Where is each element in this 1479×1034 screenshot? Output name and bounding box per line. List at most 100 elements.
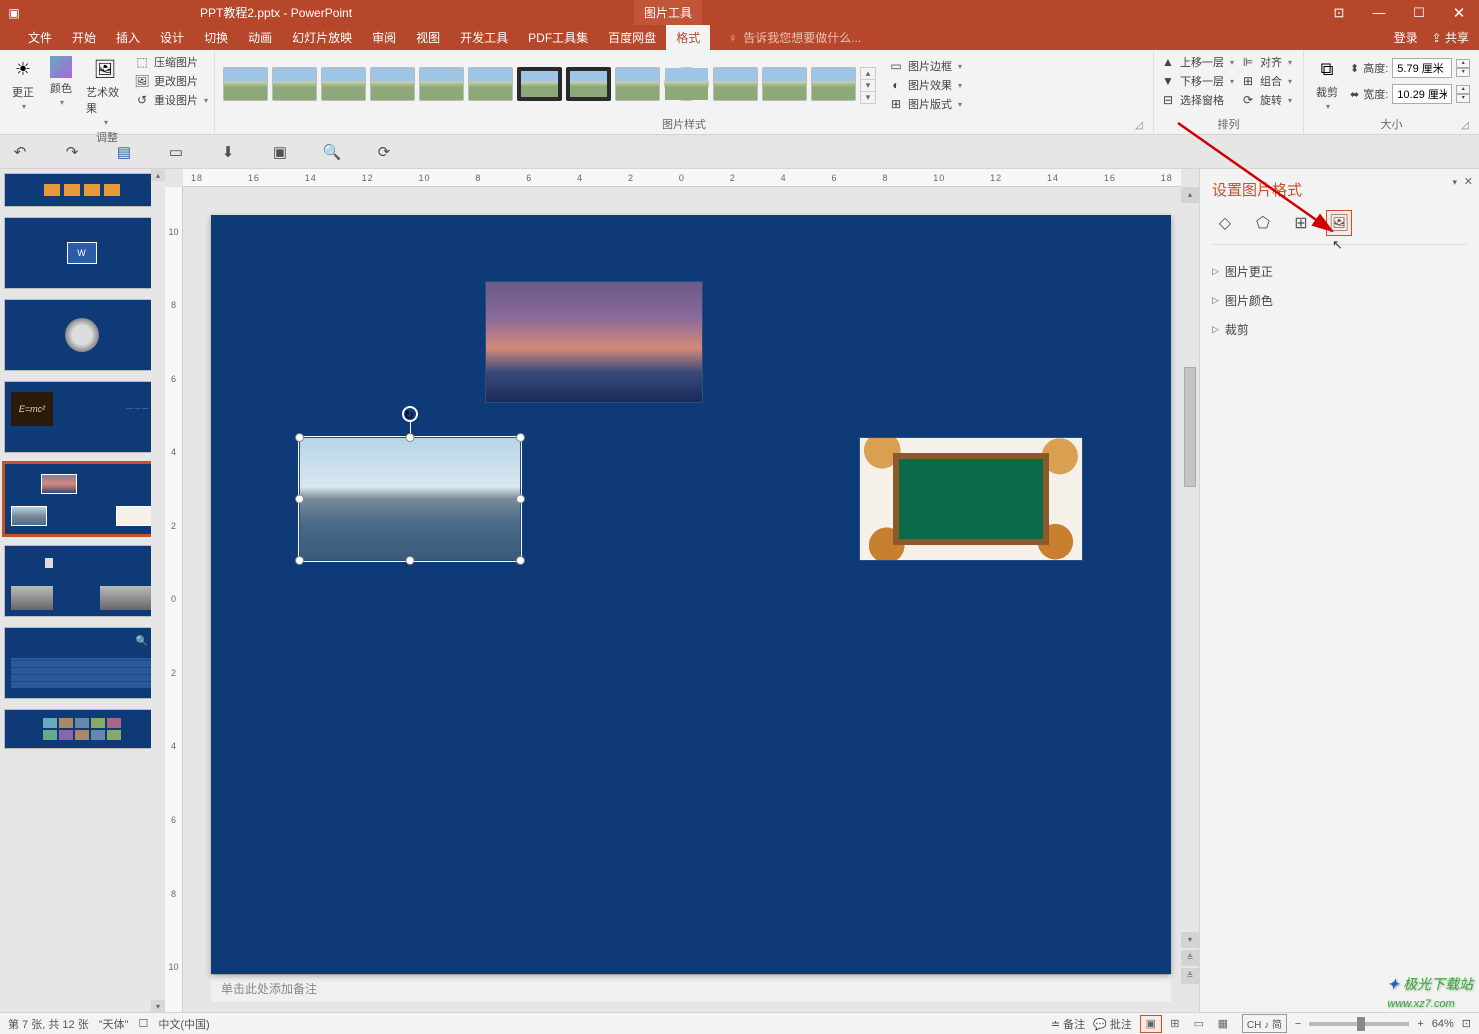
editor-scroll-thumb[interactable]	[1184, 367, 1196, 487]
style-thumb-9[interactable]	[615, 67, 660, 101]
ribbon-display-options-icon[interactable]: ⊡	[1319, 0, 1359, 25]
thumb-slide-last[interactable]	[4, 709, 159, 749]
tell-me-search[interactable]: ♀ 告诉我您想要做什么...	[728, 29, 861, 46]
thumb-slide-word[interactable]: W	[4, 217, 159, 289]
thumb-slide-table[interactable]: 🔍	[4, 627, 159, 699]
style-thumb-8[interactable]	[566, 67, 611, 101]
tab-start[interactable]: 开始	[62, 25, 106, 50]
fill-line-icon[interactable]: ◇	[1212, 210, 1238, 236]
crop-button[interactable]: ⧉ 裁剪▾	[1310, 54, 1344, 113]
thumb-slide-partial[interactable]	[4, 173, 159, 207]
language-status[interactable]: 中文(中国)	[158, 1016, 209, 1032]
picture-layout-button[interactable]: ⊞图片版式▾	[888, 96, 962, 112]
style-thumb-3[interactable]	[321, 67, 366, 101]
tab-baidu-disk[interactable]: 百度网盘	[598, 25, 666, 50]
corrections-button[interactable]: ☀ 更正▾	[6, 54, 40, 113]
picture-pane-icon[interactable]: 🖼	[1326, 210, 1352, 236]
change-picture-button[interactable]: 🖼更改图片	[134, 73, 208, 89]
style-thumb-1[interactable]	[223, 67, 268, 101]
gallery-more-icon[interactable]: ▾	[861, 92, 875, 103]
style-thumb-7[interactable]	[517, 67, 562, 101]
qat-btn-6[interactable]: ▣	[268, 140, 292, 164]
tab-file[interactable]: 文件	[18, 25, 62, 50]
reading-view-button[interactable]: ▭	[1188, 1015, 1210, 1033]
tab-animation[interactable]: 动画	[238, 25, 282, 50]
handle-s[interactable]	[406, 556, 415, 565]
handle-n[interactable]	[406, 433, 415, 442]
zoom-in-button[interactable]: +	[1417, 1018, 1423, 1030]
style-thumb-2[interactable]	[272, 67, 317, 101]
width-spin-up[interactable]: ▴	[1456, 85, 1470, 94]
notes-toggle[interactable]: ≐ 备注	[1051, 1016, 1085, 1032]
thumb-slide-einstein[interactable]	[4, 299, 159, 371]
spell-check-icon[interactable]: ☐	[139, 1017, 149, 1030]
width-input[interactable]	[1392, 84, 1452, 104]
handle-nw[interactable]	[295, 433, 304, 442]
artistic-effects-button[interactable]: 🖼 艺术效果▾	[82, 54, 128, 129]
handle-sw[interactable]	[295, 556, 304, 565]
ime-indicator[interactable]: CH ♪ 简	[1242, 1014, 1287, 1033]
tab-format[interactable]: 格式	[666, 25, 710, 50]
zoom-slider[interactable]	[1309, 1022, 1409, 1026]
picture-effects-button[interactable]: ◐图片效果▾	[888, 77, 962, 93]
qat-btn-8[interactable]: ⟳	[372, 140, 396, 164]
image-city[interactable]	[485, 281, 703, 403]
slide-sorter-button[interactable]: ⊞	[1164, 1015, 1186, 1033]
style-thumb-11[interactable]	[713, 67, 758, 101]
handle-ne[interactable]	[516, 433, 525, 442]
effects-pane-icon[interactable]: ⬠	[1250, 210, 1276, 236]
group-button[interactable]: ⊞组合▾	[1240, 73, 1292, 89]
login-link[interactable]: 登录	[1394, 29, 1418, 46]
zoom-level[interactable]: 64%	[1432, 1018, 1454, 1030]
tab-review[interactable]: 审阅	[362, 25, 406, 50]
notes-placeholder[interactable]: 单击此处添加备注	[211, 974, 1171, 1002]
style-thumb-4[interactable]	[370, 67, 415, 101]
tab-insert[interactable]: 插入	[106, 25, 150, 50]
gallery-up-icon[interactable]: ▴	[861, 68, 875, 80]
handle-se[interactable]	[516, 556, 525, 565]
height-spin-down[interactable]: ▾	[1456, 68, 1470, 77]
section-crop[interactable]: ▷裁剪	[1212, 315, 1467, 344]
styles-dialog-launcher[interactable]: ◿	[1133, 120, 1145, 132]
slide-canvas[interactable]: ↻	[211, 215, 1171, 974]
tab-pdf-tools[interactable]: PDF工具集	[518, 25, 598, 50]
reset-picture-button[interactable]: ↺重设图片▾	[134, 92, 208, 108]
fit-to-window-button[interactable]: ⊡	[1462, 1017, 1471, 1030]
next-slide-button[interactable]: ≚	[1181, 968, 1199, 984]
color-button[interactable]: 颜色▾	[46, 54, 76, 109]
style-thumb-6[interactable]	[468, 67, 513, 101]
rotate-button[interactable]: ⟳旋转▾	[1240, 92, 1292, 108]
image-chalkboard[interactable]	[859, 437, 1083, 561]
tab-slideshow[interactable]: 幻灯片放映	[282, 25, 362, 50]
style-thumb-13[interactable]	[811, 67, 856, 101]
tab-developer[interactable]: 开发工具	[450, 25, 518, 50]
prev-slide-button[interactable]: ≙	[1181, 950, 1199, 966]
zoom-slider-thumb[interactable]	[1357, 1017, 1365, 1031]
tab-transition[interactable]: 切换	[194, 25, 238, 50]
zoom-out-button[interactable]: −	[1295, 1018, 1301, 1030]
send-backward-button[interactable]: ▼下移一层▾	[1160, 73, 1234, 89]
pane-menu-button[interactable]: ▾	[1452, 177, 1457, 188]
editor-scroll-up[interactable]: ▴	[1181, 187, 1199, 203]
tab-view[interactable]: 视图	[406, 25, 450, 50]
editor-vertical-scrollbar[interactable]: ▴ ▾ ≙ ≚	[1181, 187, 1199, 984]
image-mountain-selected[interactable]: ↻	[299, 437, 521, 561]
qat-btn-5[interactable]: ⬇	[216, 140, 240, 164]
qat-btn-7[interactable]: 🔍	[320, 140, 344, 164]
slideshow-view-button[interactable]: ▦	[1212, 1015, 1234, 1033]
handle-e[interactable]	[516, 495, 525, 504]
slide-thumbnail-panel[interactable]: W E=mc² — — — 🔍 ▴	[0, 169, 165, 1012]
bring-forward-button[interactable]: ▲上移一层▾	[1160, 54, 1234, 70]
minimize-button[interactable]: —	[1359, 0, 1399, 25]
selection-pane-button[interactable]: ⊟选择窗格	[1160, 92, 1234, 108]
align-button[interactable]: ⊫对齐▾	[1240, 54, 1292, 70]
height-spin-up[interactable]: ▴	[1456, 59, 1470, 68]
thumb-panel-scrollbar[interactable]: ▴ ▾	[151, 169, 165, 1012]
editor-scroll-down[interactable]: ▾	[1181, 932, 1199, 948]
slide-canvas-area[interactable]: ↻ 单击此处添加备注	[183, 187, 1199, 1012]
maximize-button[interactable]: ☐	[1399, 0, 1439, 25]
picture-style-gallery[interactable]: ▴ ▾ ▾	[221, 61, 878, 110]
picture-border-button[interactable]: ▭图片边框▾	[888, 58, 962, 74]
tab-design[interactable]: 设计	[150, 25, 194, 50]
thumb-slide-current[interactable]	[4, 463, 159, 535]
